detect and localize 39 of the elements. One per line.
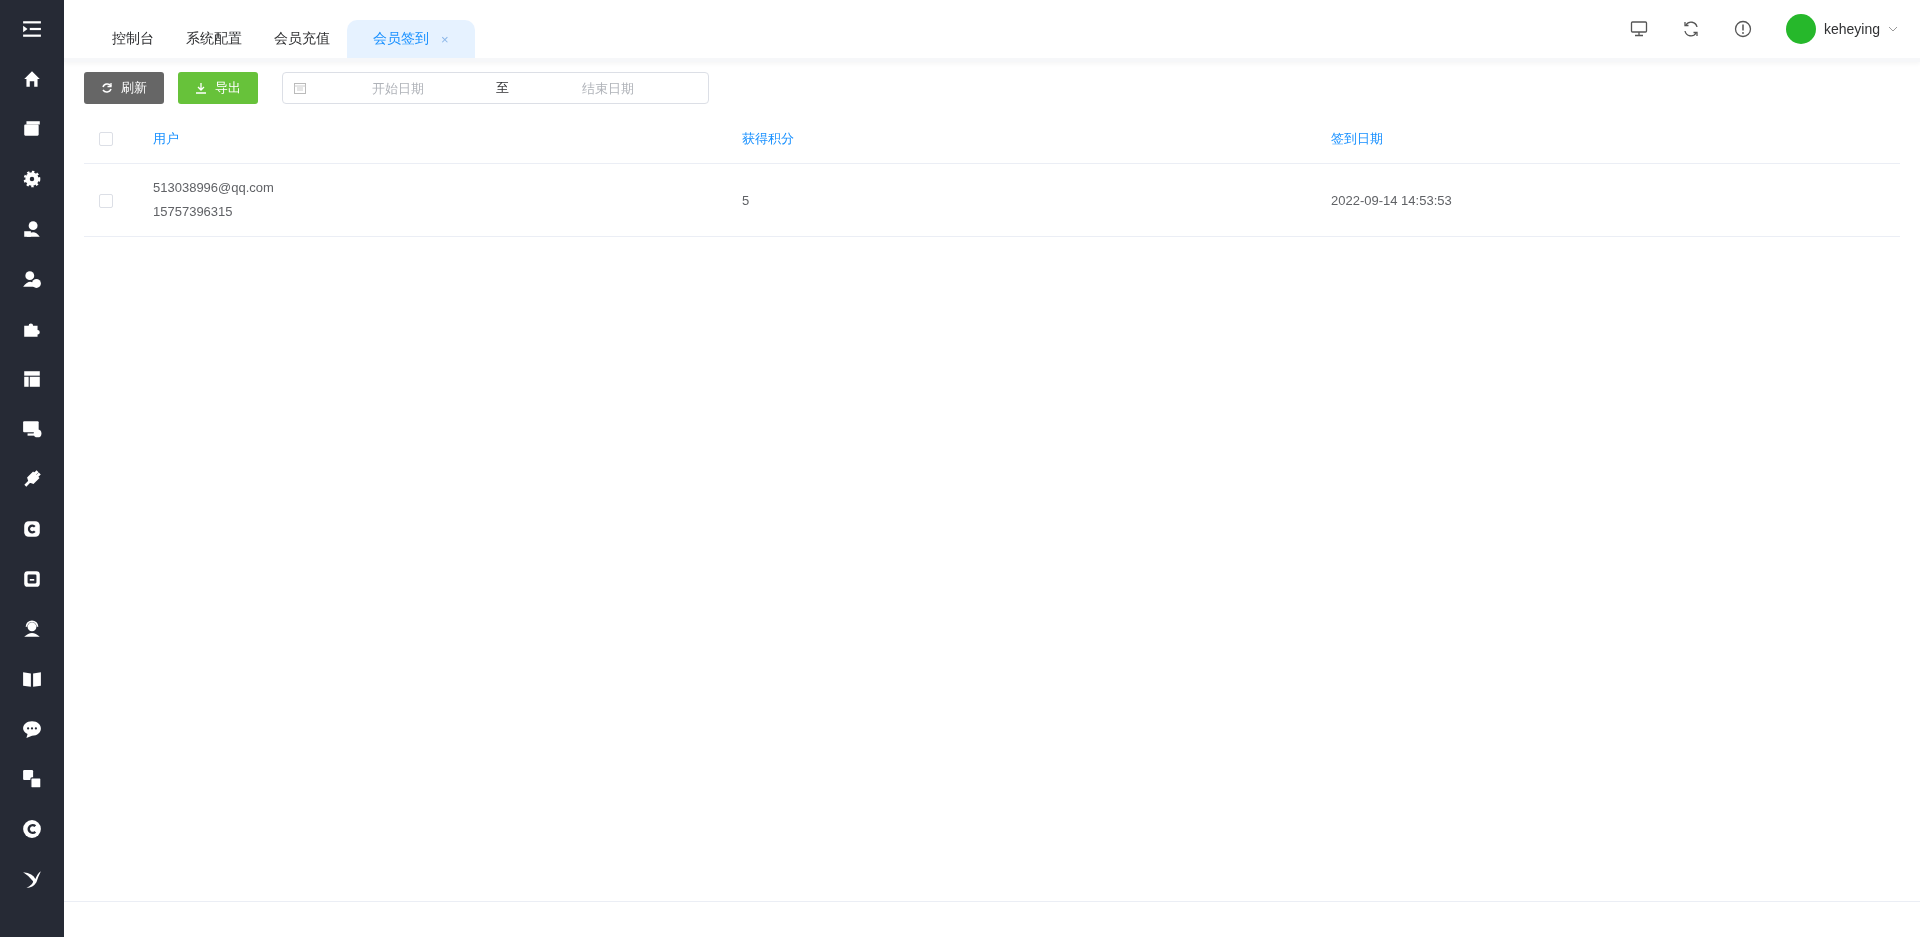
tab[interactable]: 会员签到 × [347, 20, 475, 58]
caret-icon[interactable] [1888, 26, 1898, 32]
range-separator: 至 [495, 79, 510, 97]
letter-c-circle-icon[interactable] [22, 819, 42, 839]
row-checkbox[interactable] [99, 193, 113, 208]
wallet-icon[interactable] [22, 119, 42, 139]
column-header[interactable]: 获得积分 [742, 130, 794, 146]
monitor-icon[interactable] [1629, 20, 1648, 38]
info-icon[interactable] [1733, 20, 1752, 38]
tab[interactable]: 会员充值 [259, 20, 345, 58]
layout-icon[interactable] [22, 369, 42, 389]
plug-icon[interactable] [22, 469, 42, 489]
avatar[interactable] [1785, 14, 1816, 44]
date-cell: 2022-09-14 14:53:53 [1331, 192, 1452, 208]
chat-icon[interactable] [22, 719, 42, 739]
close-icon[interactable]: × [441, 31, 449, 47]
tab[interactable]: 控制台 [97, 20, 169, 58]
user-badge-icon[interactable] [22, 269, 42, 289]
user-name[interactable]: keheying [1823, 21, 1880, 37]
refresh-icon [101, 82, 113, 94]
export-button[interactable]: 导出 [178, 72, 258, 104]
column-header[interactable]: 用户 [153, 130, 179, 146]
gear-icon[interactable] [22, 169, 42, 189]
refresh-button[interactable]: 刷新 [84, 72, 164, 104]
refresh-icon[interactable] [1681, 20, 1700, 38]
user-phone: 15757396315 [153, 203, 234, 221]
menu-toggle-icon[interactable] [22, 19, 42, 39]
points-cell: 5 [742, 192, 750, 208]
letter-c-icon[interactable] [22, 519, 42, 539]
home-icon[interactable] [22, 69, 42, 89]
column-header[interactable]: 签到日期 [1331, 130, 1383, 146]
user-email: 513038996@qq.com [153, 179, 275, 197]
download-icon [195, 82, 207, 94]
bird-icon[interactable] [22, 869, 42, 889]
select-all-checkbox[interactable] [99, 132, 113, 147]
tab[interactable]: 系统配置 [171, 20, 257, 58]
book-icon[interactable] [22, 669, 42, 689]
calendar-icon [293, 81, 307, 95]
headset-user-icon[interactable] [22, 619, 42, 639]
